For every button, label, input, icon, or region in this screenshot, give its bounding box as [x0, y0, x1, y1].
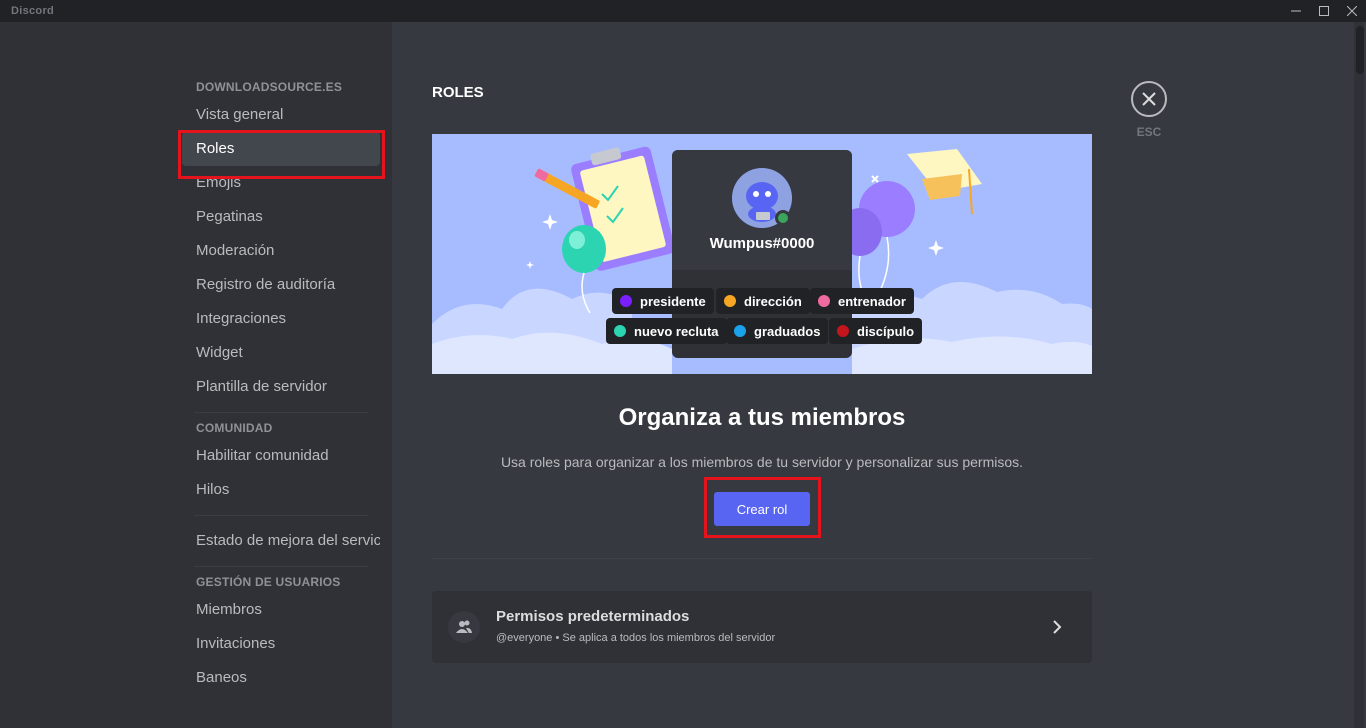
sidebar-item-baneos[interactable]: Baneos — [182, 661, 380, 695]
default-permissions-title: Permisos predeterminados — [496, 608, 690, 625]
maximize-button[interactable] — [1310, 0, 1338, 22]
empty-state-headline: Organiza a tus miembros — [618, 404, 906, 431]
role-name: nuevo recluta — [634, 323, 719, 339]
role-color-dot — [734, 325, 746, 337]
window-controls — [1282, 0, 1366, 22]
main-scrollbar-thumb[interactable] — [1356, 26, 1364, 74]
nav-header-gestion-usuarios: GESTIÓN DE USUARIOS — [196, 575, 341, 589]
close-icon — [1142, 92, 1156, 106]
sidebar-item-pegatinas[interactable]: Pegatinas — [182, 200, 380, 234]
role-color-dot — [724, 295, 736, 307]
role-name: presidente — [640, 293, 706, 309]
role-color-dot — [614, 325, 626, 337]
sidebar-item-hilos[interactable]: Hilos — [182, 473, 380, 507]
sidebar-item-widget[interactable]: Widget — [182, 336, 380, 370]
nav-separator — [194, 412, 368, 413]
profile-username: Wumpus#0000 — [709, 235, 815, 252]
create-role-highlight-box — [704, 477, 821, 538]
settings-sidebar: DOWNLOADSOURCE.ES Vista general Roles Em… — [0, 22, 392, 728]
role-pill-direccion: dirección — [716, 288, 810, 314]
members-icon — [448, 611, 480, 643]
close-settings: ESC — [1131, 81, 1169, 139]
role-pill-presidente: presidente — [612, 288, 714, 314]
esc-label: ESC — [1136, 125, 1162, 139]
role-pill-entrenador: entrenador — [810, 288, 914, 314]
sidebar-item-estado-mejora[interactable]: Estado de mejora del servic — [182, 524, 380, 558]
role-pill-nuevo-recluta: nuevo recluta — [606, 318, 727, 344]
nav-separator — [194, 566, 368, 567]
default-permissions-subtitle: @everyone • Se aplica a todos los miembr… — [496, 632, 776, 644]
default-permissions-row[interactable]: Permisos predeterminados @everyone • Se … — [432, 591, 1092, 663]
maximize-icon — [1319, 6, 1329, 16]
role-name: graduados — [754, 323, 821, 339]
sidebar-item-habilitar-comunidad[interactable]: Habilitar comunidad — [182, 439, 380, 473]
sidebar-item-plantilla-servidor[interactable]: Plantilla de servidor — [182, 370, 380, 404]
empty-state-description: Usa roles para organizar a los miembros … — [500, 454, 1024, 470]
main-scrollbar-track[interactable] — [1354, 22, 1364, 728]
sidebar-item-vista-general[interactable]: Vista general — [182, 98, 380, 132]
role-color-dot — [620, 295, 632, 307]
chevron-right-icon — [1053, 620, 1062, 634]
role-color-dot — [837, 325, 849, 337]
app-title: Discord — [11, 5, 55, 17]
roles-banner: Wumpus#0000 presidente dirección entrena… — [432, 134, 1092, 374]
close-settings-button[interactable] — [1131, 81, 1167, 117]
section-divider — [432, 558, 1092, 559]
role-color-dot — [818, 295, 830, 307]
sidebar-item-registro-auditoria[interactable]: Registro de auditoría — [182, 268, 380, 302]
role-pill-discipulo: discípulo — [829, 318, 923, 344]
close-icon — [1347, 6, 1357, 16]
role-name: dirección — [744, 293, 802, 309]
title-bar: Discord — [0, 0, 1366, 22]
nav-header-server: DOWNLOADSOURCE.ES — [196, 80, 343, 94]
nav-header-comunidad: COMUNIDAD — [196, 421, 273, 435]
role-name: discípulo — [857, 323, 915, 339]
page-title: ROLES — [432, 84, 484, 101]
nav-separator — [194, 515, 368, 516]
sidebar-item-integraciones[interactable]: Integraciones — [182, 302, 380, 336]
role-name: entrenador — [838, 293, 906, 309]
sidebar-item-miembros[interactable]: Miembros — [182, 593, 380, 627]
online-status-badge — [775, 210, 791, 226]
minimize-icon — [1291, 10, 1301, 12]
roles-highlight-box — [178, 130, 385, 179]
graduation-cap-illustration — [907, 149, 982, 215]
sidebar-item-moderacion[interactable]: Moderación — [182, 234, 380, 268]
minimize-button[interactable] — [1282, 0, 1310, 22]
sidebar-item-invitaciones[interactable]: Invitaciones — [182, 627, 380, 661]
role-pill-graduados: graduados — [726, 318, 829, 344]
close-window-button[interactable] — [1338, 0, 1366, 22]
